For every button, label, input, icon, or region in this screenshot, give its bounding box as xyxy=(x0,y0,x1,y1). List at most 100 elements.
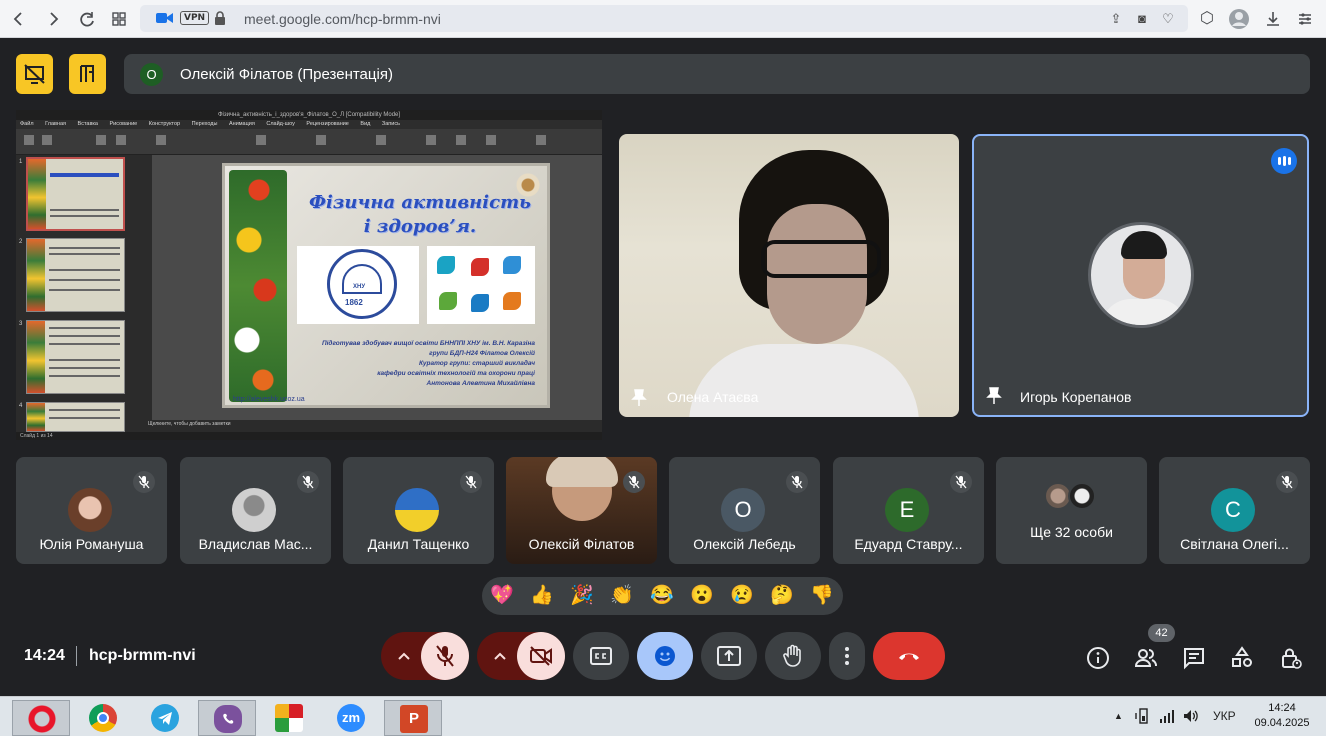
mic-off-icon xyxy=(133,471,155,493)
more-options-button[interactable] xyxy=(829,632,865,680)
participant-name: Игорь Корепанов xyxy=(1020,389,1132,405)
bookmark-heart-icon[interactable]: ♡ xyxy=(1160,11,1176,27)
taskbar-app[interactable] xyxy=(260,700,318,736)
url-text[interactable]: meet.google.com/hcp-brmm-nvi xyxy=(244,11,441,27)
captions-button[interactable] xyxy=(573,632,629,680)
meeting-time: 14:24 xyxy=(24,647,65,664)
people-icon[interactable] xyxy=(1134,646,1158,670)
tray-chevron-icon[interactable]: ▲ xyxy=(1114,711,1123,721)
mic-off-icon xyxy=(1276,471,1298,493)
meeting-details-icon[interactable] xyxy=(1086,646,1110,670)
forward-icon[interactable] xyxy=(42,8,64,30)
participant-tile[interactable]: С Світлана Олегі... xyxy=(1159,457,1310,564)
participant-tile[interactable]: Владислав Мас... xyxy=(180,457,331,564)
share-icon[interactable]: ⇪ xyxy=(1108,11,1124,27)
avatar xyxy=(232,488,276,532)
participant-name: Едуард Ставру... xyxy=(854,536,963,552)
address-bar[interactable]: VPN meet.google.com/hcp-brmm-nvi ⇪ ◙ ♡ xyxy=(140,5,1188,32)
slide-thumbnails: 1 2 3 4 xyxy=(16,155,144,432)
taskbar-telegram[interactable] xyxy=(136,700,194,736)
participant-name: Світлана Олегі... xyxy=(1180,536,1289,552)
taskbar-zoom[interactable]: zm xyxy=(322,700,380,736)
activities-icon[interactable] xyxy=(1230,646,1254,670)
end-call-icon xyxy=(899,653,919,660)
video-tile-olena[interactable]: Олена Атаєва xyxy=(619,134,959,417)
present-now-button[interactable] xyxy=(701,632,757,680)
speed-dial-icon[interactable] xyxy=(108,8,130,30)
reaction-surprised[interactable]: 😮 xyxy=(689,583,715,609)
video-tile-igor[interactable]: Игорь Корепанов xyxy=(972,134,1309,417)
participant-tile[interactable]: Е Едуард Ставру... xyxy=(833,457,984,564)
mic-off-icon xyxy=(436,645,454,667)
hand-icon xyxy=(783,644,801,667)
logo-year: 1862 xyxy=(345,298,363,307)
participant-tile[interactable]: О Олексій Лебедь xyxy=(669,457,820,564)
mic-toggle-button[interactable] xyxy=(421,632,469,680)
presentation-layout-button[interactable] xyxy=(69,54,106,94)
reaction-thumbs-down[interactable]: 👎 xyxy=(809,583,835,609)
raise-hand-button[interactable] xyxy=(765,632,821,680)
downloads-icon[interactable] xyxy=(1262,8,1284,30)
reaction-sad[interactable]: 😢 xyxy=(729,583,755,609)
vpn-badge[interactable]: VPN xyxy=(180,11,210,25)
slide-text-line: Куратор групи: старший викладач xyxy=(418,360,535,367)
network-signal-icon[interactable] xyxy=(1158,707,1176,725)
ppt-tab: Конструктор xyxy=(148,121,181,127)
participant-name: Олексій Лебедь xyxy=(693,536,796,552)
slide-thumbnail xyxy=(26,238,125,312)
reaction-thumbs-up[interactable]: 👍 xyxy=(529,583,555,609)
presenter-bar: О Олексій Філатов (Презентація) xyxy=(124,54,1310,94)
participant-tile[interactable]: Данил Тащенко xyxy=(343,457,494,564)
sports-pictograms xyxy=(427,246,535,324)
volume-icon[interactable] xyxy=(1182,707,1200,725)
slide-text-line: кафедри освітніх технологій та охорони п… xyxy=(377,370,535,377)
mic-off-icon xyxy=(950,471,972,493)
taskbar-chrome[interactable] xyxy=(74,700,132,736)
powerpoint-icon: P xyxy=(400,705,428,733)
language-indicator[interactable]: УКР xyxy=(1213,709,1236,723)
reaction-laugh[interactable]: 😂 xyxy=(649,583,675,609)
camera-in-use-icon[interactable] xyxy=(156,11,174,25)
ppt-tab: Переходы xyxy=(191,121,218,127)
taskbar-viber[interactable] xyxy=(198,700,256,736)
taskbar-opera[interactable] xyxy=(12,700,70,736)
extensions-cube-icon[interactable]: ⬡ xyxy=(1196,8,1218,30)
camera-toggle-button[interactable] xyxy=(517,632,565,680)
system-time: 14:24 xyxy=(1268,702,1296,714)
participant-name: Олена Атаєва xyxy=(667,389,759,405)
shared-presentation[interactable]: Фізична_активність_і_здоров'я_Філатов_О_… xyxy=(16,110,602,440)
chrome-icon xyxy=(89,704,117,732)
reaction-party[interactable]: 🎉 xyxy=(569,583,595,609)
reaction-thinking[interactable]: 🤔 xyxy=(769,583,795,609)
back-icon[interactable] xyxy=(8,8,30,30)
present-screen-icon xyxy=(717,646,741,666)
pin-icon[interactable] xyxy=(986,387,1002,405)
ppt-tab: Запись xyxy=(381,121,400,127)
system-clock[interactable]: 14:24 09.04.2025 xyxy=(1252,701,1312,731)
reload-icon[interactable] xyxy=(76,8,98,30)
logo-badge: ХНУ xyxy=(353,284,366,290)
more-participants-tile[interactable]: Ще 32 особи xyxy=(996,457,1147,564)
stop-presenting-button[interactable] xyxy=(16,54,53,94)
send-reaction-button[interactable] xyxy=(637,632,693,680)
avatar: Е xyxy=(885,488,929,532)
camera-options-chevron-icon[interactable] xyxy=(493,649,507,663)
slide-title-line2: і здоров’я. xyxy=(363,216,477,237)
avatar xyxy=(68,488,112,532)
taskbar-powerpoint[interactable]: P xyxy=(384,700,442,736)
reaction-sparkling-heart[interactable]: 💖 xyxy=(489,583,515,609)
participant-tile[interactable]: Олексій Філатов xyxy=(506,457,657,564)
profile-icon[interactable] xyxy=(1228,8,1250,30)
chat-icon[interactable] xyxy=(1182,646,1206,670)
host-controls-lock-icon[interactable] xyxy=(1279,646,1303,670)
battery-icon[interactable] xyxy=(1134,707,1152,725)
participant-tile[interactable]: Юлія Романуша xyxy=(16,457,167,564)
mic-options-chevron-icon[interactable] xyxy=(397,649,411,663)
easy-setup-icon[interactable] xyxy=(1294,8,1316,30)
pin-icon[interactable] xyxy=(631,389,647,407)
leave-call-button[interactable] xyxy=(873,632,945,680)
lock-icon[interactable] xyxy=(214,11,226,25)
snapshot-icon[interactable]: ◙ xyxy=(1134,11,1150,27)
avatar: С xyxy=(1211,488,1255,532)
reaction-clap[interactable]: 👏 xyxy=(609,583,635,609)
